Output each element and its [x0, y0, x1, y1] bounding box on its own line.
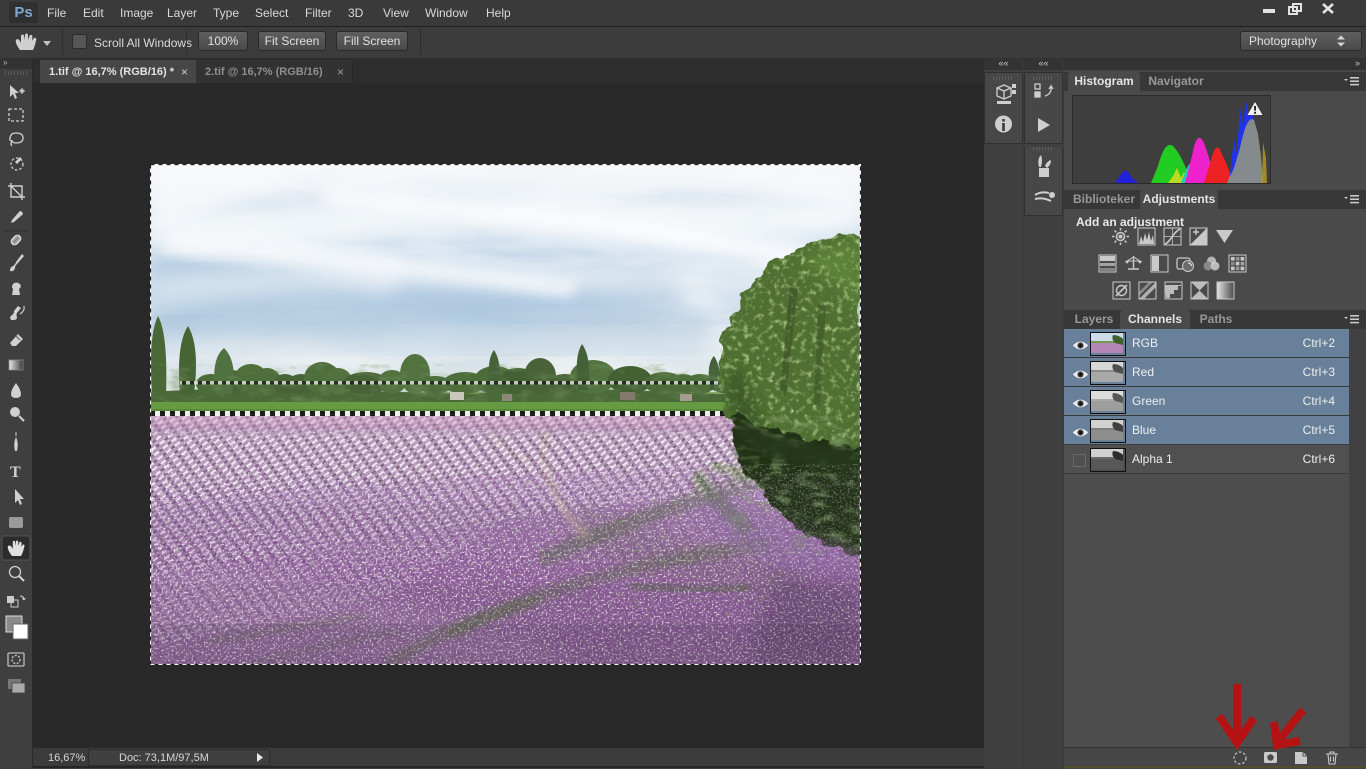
svg-text:T: T — [10, 464, 21, 481]
